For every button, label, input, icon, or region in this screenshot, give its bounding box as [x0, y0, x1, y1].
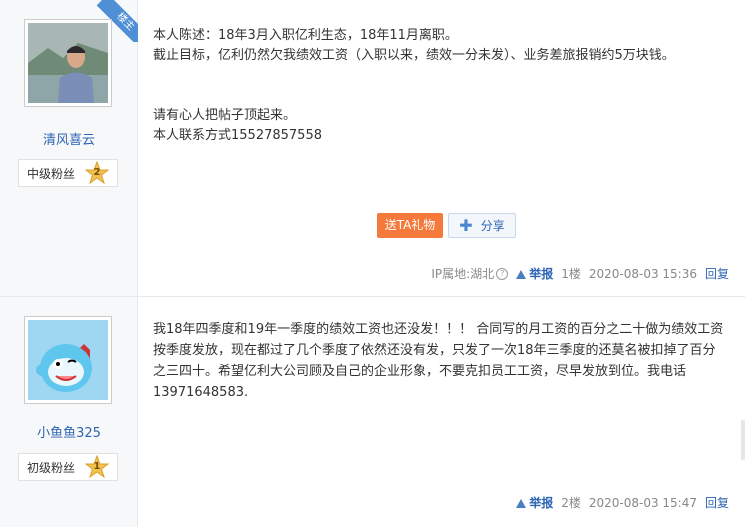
post-content: 我18年四季度和19年一季度的绩效工资也还没发！！！ 合同写的月工资的百分之二十…: [153, 319, 725, 403]
author-panel: 小鱼鱼325 初级粉丝 1: [0, 297, 138, 527]
post-meta: 举报 2楼 2020-08-03 15:47 回复: [508, 494, 729, 511]
avatar-cartoon: [28, 320, 108, 400]
avatar[interactable]: [24, 316, 112, 404]
avatar[interactable]: [24, 19, 112, 107]
post-line: 本人联系方式15527857558: [153, 128, 322, 143]
fan-level-number: 2: [93, 167, 101, 178]
author-panel: 楼主 清风喜云 中级粉丝 2: [0, 0, 138, 296]
send-gift-button[interactable]: 送TA礼物: [377, 213, 443, 238]
post-meta: IP属地:湖北 ? 举报 1楼 2020-08-03 15:36 回复: [423, 265, 729, 282]
fan-level-number: 1: [93, 461, 101, 472]
star-icon: 1: [84, 454, 110, 479]
post-text: 我18年四季度和19年一季度的绩效工资也还没发！！！ 合同写的月工资的百分之二十…: [153, 322, 724, 400]
post-content: 本人陈述：18年3月入职亿利生态，18年11月离职。 截止目标，亿利仍然欠我绩效…: [153, 26, 725, 146]
post-line: 请有心人把帖子顶起来。: [153, 108, 297, 123]
report-label: 举报: [529, 267, 554, 281]
reply-link[interactable]: 回复: [705, 265, 729, 282]
fan-level-label: 中级粉丝: [27, 166, 76, 181]
floor-number: 1楼: [561, 267, 581, 281]
avatar-photo: [28, 23, 108, 103]
username[interactable]: 清风喜云: [0, 129, 138, 148]
username[interactable]: 小鱼鱼325: [0, 422, 138, 441]
fan-level-badge[interactable]: 初级粉丝 1: [18, 453, 118, 481]
floor-number: 2楼: [561, 496, 581, 510]
share-icon: ✚: [459, 215, 473, 235]
post-time: 2020-08-03 15:36: [588, 266, 697, 281]
ip-location: IP属地:湖北: [431, 267, 495, 281]
share-button[interactable]: ✚ 分享: [448, 213, 516, 238]
report-link[interactable]: 举报: [516, 265, 553, 282]
post-2: 小鱼鱼325 初级粉丝 1 我18年四季度和19年一季度的绩效工资也还没发！！！…: [0, 297, 745, 527]
star-icon: 2: [84, 160, 110, 185]
post-line: [153, 86, 725, 106]
reply-link[interactable]: 回复: [705, 494, 729, 511]
help-icon[interactable]: ?: [496, 267, 509, 280]
scrollbar[interactable]: [741, 420, 745, 460]
post-line: 本人陈述：18年3月入职亿利生态，18年11月离职。: [153, 28, 458, 43]
post-line: 截止目标，亿利仍然欠我绩效工资（入职以来，绩效一分未发）、业务差旅报销约5万块钱…: [153, 48, 675, 63]
fan-level-label: 初级粉丝: [27, 460, 76, 475]
warning-icon: [516, 499, 527, 508]
post-line: [153, 66, 725, 86]
post-1: 楼主 清风喜云 中级粉丝 2 本人陈述：18年3月入职亿利生态，18年11月离职…: [0, 0, 745, 297]
fan-level-badge[interactable]: 中级粉丝 2: [18, 159, 118, 187]
share-label: 分享: [480, 219, 505, 233]
warning-icon: [516, 270, 527, 279]
report-link[interactable]: 举报: [516, 494, 553, 511]
post-time: 2020-08-03 15:47: [588, 495, 697, 510]
report-label: 举报: [529, 496, 554, 510]
